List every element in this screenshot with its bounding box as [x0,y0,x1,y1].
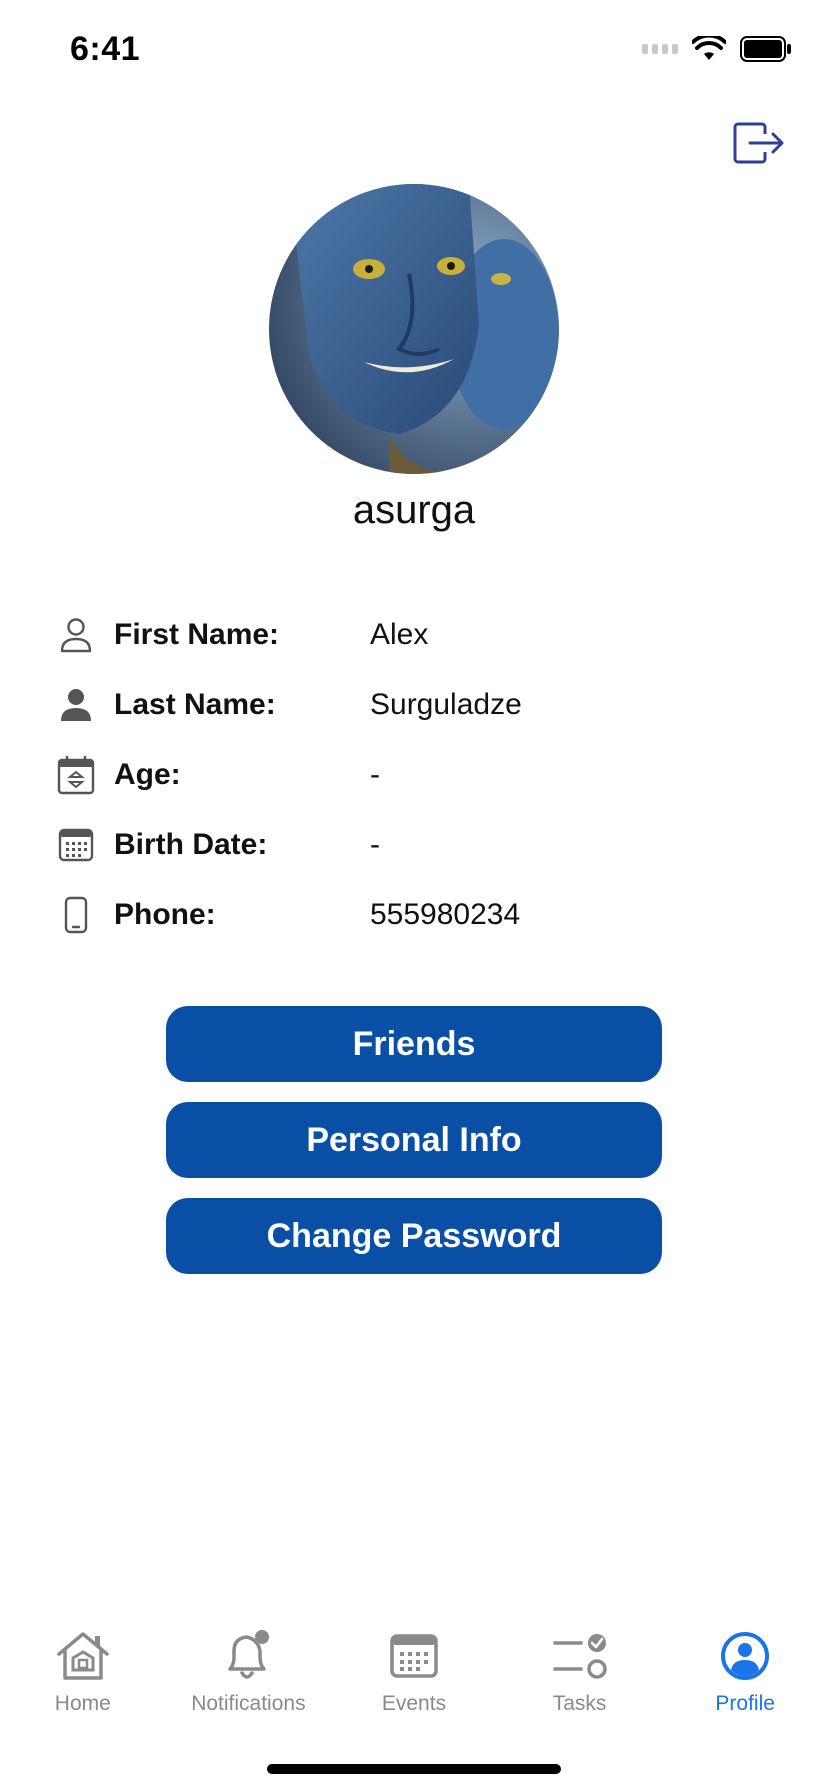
info-row-birth-date: Birth Date: - [54,810,774,880]
tab-tasks[interactable]: Tasks [497,1628,663,1738]
info-row-last-name: Last Name: Surguladze [54,670,774,740]
info-value: Surguladze [370,688,522,721]
avatar[interactable] [269,184,559,474]
status-time: 6:41 [70,30,141,68]
phone-icon [54,893,98,937]
tab-label: Tasks [552,1692,607,1715]
info-value: Alex [370,618,429,651]
username: asurga [352,488,476,532]
info-label: Birth Date: [114,828,268,861]
home-indicator [267,1764,561,1774]
status-bar: 6:41 [0,0,828,100]
checklist-icon [551,1628,609,1684]
change-password-button[interactable]: Change Password [166,1198,662,1274]
calendar-sort-icon [54,753,98,797]
tab-label: Home [54,1692,111,1715]
wifi-icon [692,36,726,60]
person-filled-icon [54,683,98,727]
info-label: Age: [114,758,181,791]
tab-label: Events [381,1692,447,1715]
person-circle-icon [719,1628,771,1684]
info-label: First Name: [114,618,280,651]
tab-home[interactable]: Home [0,1628,166,1738]
bell-badge-icon [222,1628,274,1684]
tab-label: Profile [715,1692,775,1715]
info-row-age: Age: - [54,740,774,810]
home-icon [55,1628,111,1684]
tab-profile[interactable]: Profile [662,1628,828,1738]
calendar-grid-icon [54,823,98,867]
info-label: Last Name: [114,688,276,721]
info-value: - [370,828,380,861]
tab-events[interactable]: Events [331,1628,497,1738]
info-value: 555980234 [370,898,521,931]
info-row-phone: Phone: 555980234 [54,880,774,950]
logout-icon [733,122,784,164]
personal-info-button[interactable]: Personal Info [166,1102,662,1178]
calendar-icon [389,1628,439,1684]
status-icons [642,36,792,62]
info-row-first-name: First Name: Alex [54,600,774,670]
battery-icon [740,36,791,62]
cellular-signal-icon [642,44,678,54]
person-outline-icon [54,613,98,657]
tab-bar: Home Notifications Events Tasks Profile [0,1628,828,1738]
profile-info-list: First Name: Alex Last Name: Surguladze A… [54,600,774,950]
friends-button[interactable]: Friends [166,1006,662,1082]
tab-label: Notifications [191,1692,306,1715]
info-label: Phone: [114,898,216,931]
tab-notifications[interactable]: Notifications [166,1628,332,1738]
info-value: - [370,758,380,791]
logout-button[interactable] [728,112,788,172]
